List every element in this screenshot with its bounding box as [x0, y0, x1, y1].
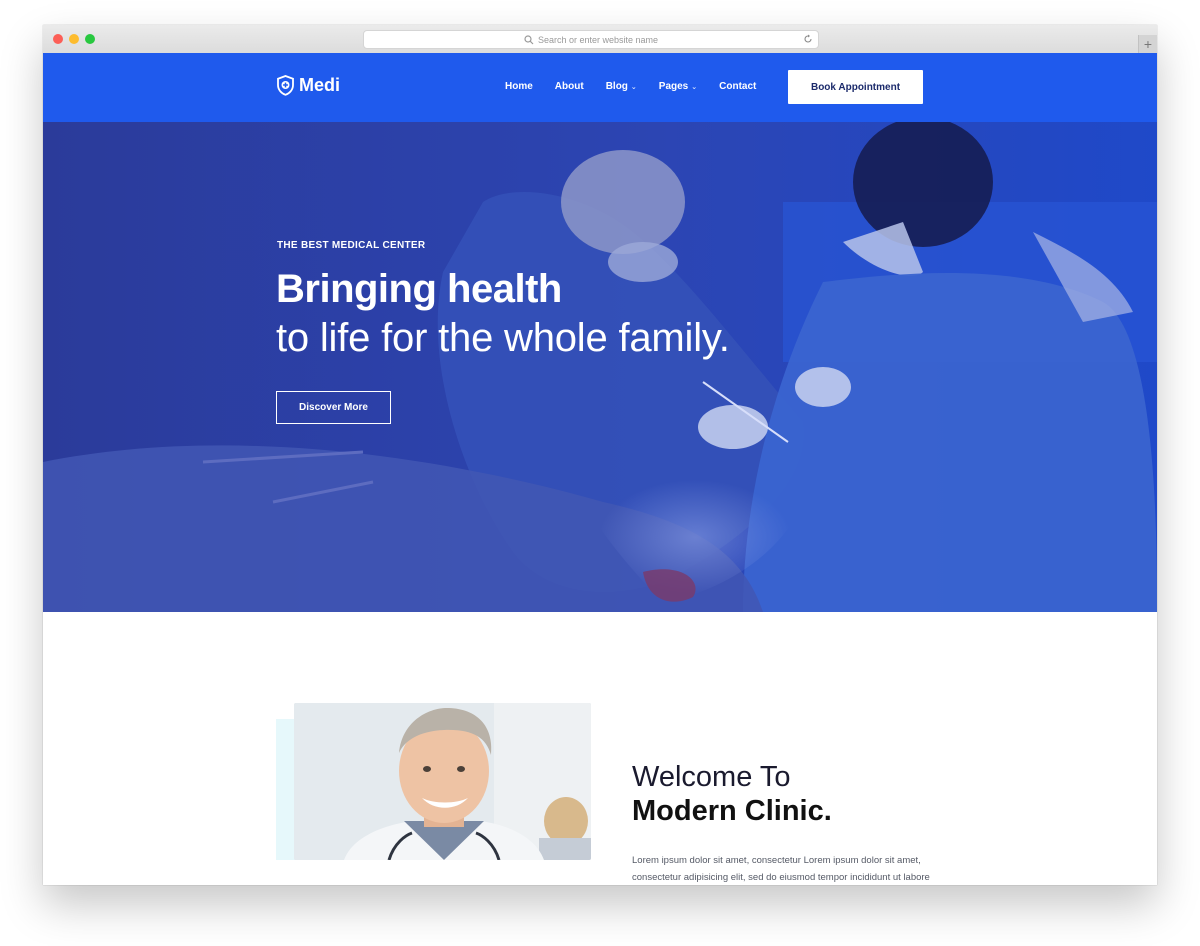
chevron-down-icon: ⌄ — [630, 83, 637, 91]
nav-pages[interactable]: Pages ⌄ — [659, 81, 697, 92]
search-icon — [524, 34, 534, 44]
nav-about[interactable]: About — [555, 81, 584, 92]
book-appointment-button[interactable]: Book Appointment — [788, 70, 923, 104]
welcome-paragraph-line2: consectetur adipisicing elit, sed do eiu… — [632, 872, 930, 883]
close-window-button[interactable] — [53, 34, 63, 44]
new-tab-button[interactable]: + — [1138, 35, 1157, 53]
hero-background-image — [43, 122, 1157, 612]
welcome-heading-line1: Welcome To — [632, 761, 791, 793]
photo-accent-block — [276, 719, 296, 860]
maximize-window-button[interactable] — [85, 34, 95, 44]
nav-contact-label: Contact — [719, 81, 757, 92]
brand-name: Medi — [299, 75, 341, 95]
chevron-down-icon: ⌄ — [691, 83, 698, 91]
nav-blog-label: Blog — [605, 81, 628, 92]
address-placeholder: Search or enter website name — [537, 34, 659, 45]
nav-blog[interactable]: Blog ⌄ — [606, 81, 637, 92]
main-nav: Home About Blog ⌄ Pages ⌄ Contact — [505, 81, 778, 92]
nav-about-label: About — [554, 81, 584, 92]
discover-more-button[interactable]: Discover More — [276, 391, 391, 424]
doctor-portrait-image — [294, 703, 591, 860]
nav-home-label: Home — [505, 81, 533, 92]
browser-window: Search or enter website name + Medi Home… — [43, 25, 1157, 885]
hero-eyebrow: THE BEST MEDICAL CENTER — [277, 240, 426, 251]
hero-title-line2: to life for the whole family. — [276, 316, 730, 360]
welcome-paragraph-line1: Lorem ipsum dolor sit amet, consectetur … — [632, 855, 921, 866]
brand-logo[interactable]: Medi — [276, 75, 340, 96]
address-bar[interactable]: Search or enter website name — [363, 30, 819, 49]
hero-title-line1: Bringing health — [276, 267, 562, 311]
minimize-window-button[interactable] — [69, 34, 79, 44]
hero-section: THE BEST MEDICAL CENTER Bringing health … — [43, 122, 1157, 612]
doctor-photo — [294, 703, 591, 860]
welcome-paragraph: Lorem ipsum dolor sit amet, consectetur … — [632, 852, 942, 885]
shield-plus-icon — [277, 75, 294, 96]
browser-toolbar: Search or enter website name + — [43, 25, 1157, 54]
reload-icon[interactable] — [803, 34, 813, 44]
site-header: Medi Home About Blog ⌄ Pages ⌄ Contact B… — [43, 53, 1157, 122]
nav-pages-label: Pages — [658, 81, 689, 92]
nav-contact[interactable]: Contact — [719, 81, 756, 92]
nav-home[interactable]: Home — [505, 81, 533, 92]
welcome-heading-line2: Modern Clinic. — [632, 795, 832, 827]
